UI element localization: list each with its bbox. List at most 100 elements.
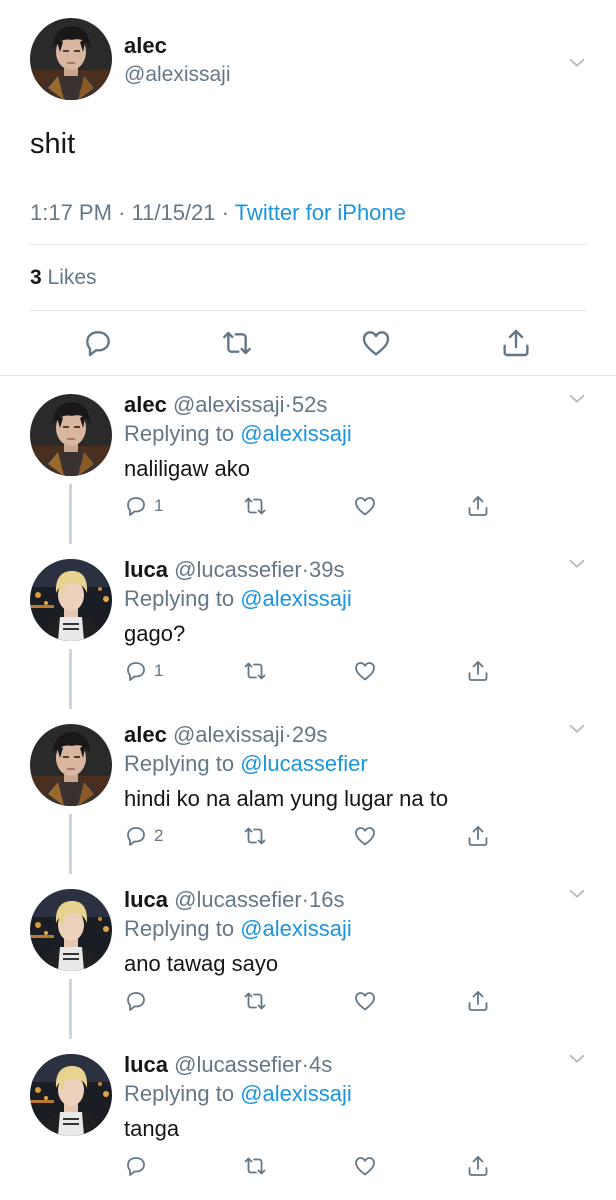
chevron-down-icon[interactable] bbox=[566, 883, 588, 905]
share-button[interactable] bbox=[466, 494, 490, 518]
tweet-text: shit bbox=[30, 128, 76, 160]
reply-icon bbox=[124, 659, 148, 683]
author-name[interactable]: alec bbox=[124, 722, 167, 747]
author-handle[interactable]: @alexissaji bbox=[124, 63, 231, 87]
reply-icon bbox=[82, 327, 114, 359]
replying-to-handle-link[interactable]: @alexissaji bbox=[240, 421, 352, 446]
chevron-down-icon[interactable] bbox=[566, 718, 588, 740]
author-name[interactable]: luca bbox=[124, 887, 168, 912]
reply-button[interactable] bbox=[124, 989, 154, 1013]
retweet-button[interactable] bbox=[221, 327, 253, 359]
share-button[interactable] bbox=[466, 659, 490, 683]
replying-to: Replying to @alexissaji bbox=[124, 421, 352, 447]
like-button[interactable] bbox=[353, 494, 377, 518]
chevron-down-icon[interactable] bbox=[566, 52, 588, 74]
retweet-button[interactable] bbox=[243, 1154, 267, 1178]
replying-to: Replying to @alexissaji bbox=[124, 586, 352, 612]
divider bbox=[30, 310, 586, 311]
tweet-meta: 1:17 PM · 11/15/21 · Twitter for iPhone bbox=[30, 200, 406, 226]
reply-tweet[interactable]: alec @alexissaji·52s Replying to @alexis… bbox=[0, 376, 616, 544]
author-handle[interactable]: @lucassefier bbox=[174, 557, 302, 582]
chevron-down-icon[interactable] bbox=[566, 553, 588, 575]
like-icon bbox=[353, 494, 377, 518]
meta-separator: · bbox=[221, 200, 229, 225]
reply-button[interactable]: 1 bbox=[124, 659, 163, 683]
retweet-button[interactable] bbox=[243, 494, 267, 518]
author-name[interactable]: alec bbox=[124, 33, 167, 59]
replying-to-handle-link[interactable]: @alexissaji bbox=[240, 916, 352, 941]
reply-icon bbox=[124, 494, 148, 518]
thread-line bbox=[69, 979, 72, 1039]
reply-tweet[interactable]: luca @lucassefier·16s Replying to @alexi… bbox=[0, 871, 616, 1039]
like-button[interactable] bbox=[353, 659, 377, 683]
like-icon bbox=[353, 824, 377, 848]
reply-time[interactable]: 52s bbox=[292, 392, 327, 417]
reply-text: hindi ko na alam yung lugar na to bbox=[124, 786, 449, 811]
retweet-button[interactable] bbox=[243, 659, 267, 683]
like-button[interactable] bbox=[353, 824, 377, 848]
like-button[interactable] bbox=[360, 327, 392, 359]
chevron-down-icon[interactable] bbox=[566, 388, 588, 410]
avatar[interactable] bbox=[30, 724, 112, 806]
retweet-button[interactable] bbox=[243, 824, 267, 848]
meta-separator: · bbox=[301, 1052, 309, 1077]
reply-count: 1 bbox=[154, 661, 164, 680]
avatar[interactable] bbox=[30, 889, 112, 971]
tweet-source-link[interactable]: Twitter for iPhone bbox=[235, 200, 406, 225]
like-button[interactable] bbox=[353, 989, 377, 1013]
reply-tweet[interactable]: luca @lucassefier·4s Replying to @alexis… bbox=[0, 1036, 616, 1200]
avatar[interactable] bbox=[30, 1054, 112, 1136]
reply-time[interactable]: 4s bbox=[309, 1052, 332, 1077]
reply-button[interactable]: 2 bbox=[124, 824, 163, 848]
reply-count: 1 bbox=[154, 496, 164, 515]
reply-button[interactable]: 1 bbox=[124, 494, 163, 518]
tweet-date: 11/15/21 bbox=[131, 200, 216, 225]
share-button[interactable] bbox=[500, 327, 532, 359]
author-handle[interactable]: @alexissaji bbox=[173, 722, 285, 747]
tweet-time: 1:17 PM bbox=[30, 200, 112, 225]
chevron-down-icon[interactable] bbox=[566, 1048, 588, 1070]
reply-button[interactable] bbox=[82, 327, 114, 359]
author-handle[interactable]: @lucassefier bbox=[174, 887, 302, 912]
reply-tweet[interactable]: luca @lucassefier·39s Replying to @alexi… bbox=[0, 541, 616, 709]
reply-time[interactable]: 29s bbox=[292, 722, 327, 747]
reply-text: gago? bbox=[124, 621, 186, 646]
avatar[interactable] bbox=[30, 18, 112, 100]
share-button[interactable] bbox=[466, 989, 490, 1013]
thread-line bbox=[69, 814, 72, 874]
reply-time[interactable]: 39s bbox=[309, 557, 344, 582]
author-name[interactable]: alec bbox=[124, 392, 167, 417]
replying-to-handle-link[interactable]: @alexissaji bbox=[240, 586, 352, 611]
reply-icon bbox=[124, 1154, 148, 1178]
likes-label: Likes bbox=[47, 266, 97, 289]
author-handle[interactable]: @alexissaji bbox=[173, 392, 285, 417]
reply-text: tanga bbox=[124, 1116, 180, 1141]
meta-separator: · bbox=[301, 887, 309, 912]
avatar[interactable] bbox=[30, 559, 112, 641]
like-icon bbox=[353, 989, 377, 1013]
reply-time[interactable]: 16s bbox=[309, 887, 344, 912]
avatar[interactable] bbox=[30, 394, 112, 476]
share-button[interactable] bbox=[466, 824, 490, 848]
retweet-button[interactable] bbox=[243, 989, 267, 1013]
replying-to-label: Replying to bbox=[124, 751, 235, 776]
divider bbox=[30, 244, 586, 245]
author-name[interactable]: luca bbox=[124, 557, 168, 582]
reply-tweet[interactable]: alec @alexissaji·29s Replying to @lucass… bbox=[0, 706, 616, 874]
reply-button[interactable] bbox=[124, 1154, 154, 1178]
replying-to-handle-link[interactable]: @alexissaji bbox=[240, 1081, 352, 1106]
share-icon bbox=[466, 659, 490, 683]
replying-to-handle-link[interactable]: @lucassefier bbox=[240, 751, 368, 776]
avatar-image bbox=[30, 889, 112, 971]
share-icon bbox=[500, 327, 532, 359]
share-button[interactable] bbox=[466, 1154, 490, 1178]
retweet-icon bbox=[243, 824, 267, 848]
likes-count-link[interactable]: 3 Likes bbox=[30, 266, 97, 290]
reply-text: naliligaw ako bbox=[124, 456, 250, 481]
meta-separator: · bbox=[301, 557, 309, 582]
author-name[interactable]: luca bbox=[124, 1052, 168, 1077]
reply-text: ano tawag sayo bbox=[124, 951, 279, 976]
main-tweet: alec @alexissaji shit 1:17 PM · 11/15/21… bbox=[0, 0, 616, 376]
author-handle[interactable]: @lucassefier bbox=[174, 1052, 302, 1077]
like-button[interactable] bbox=[353, 1154, 377, 1178]
